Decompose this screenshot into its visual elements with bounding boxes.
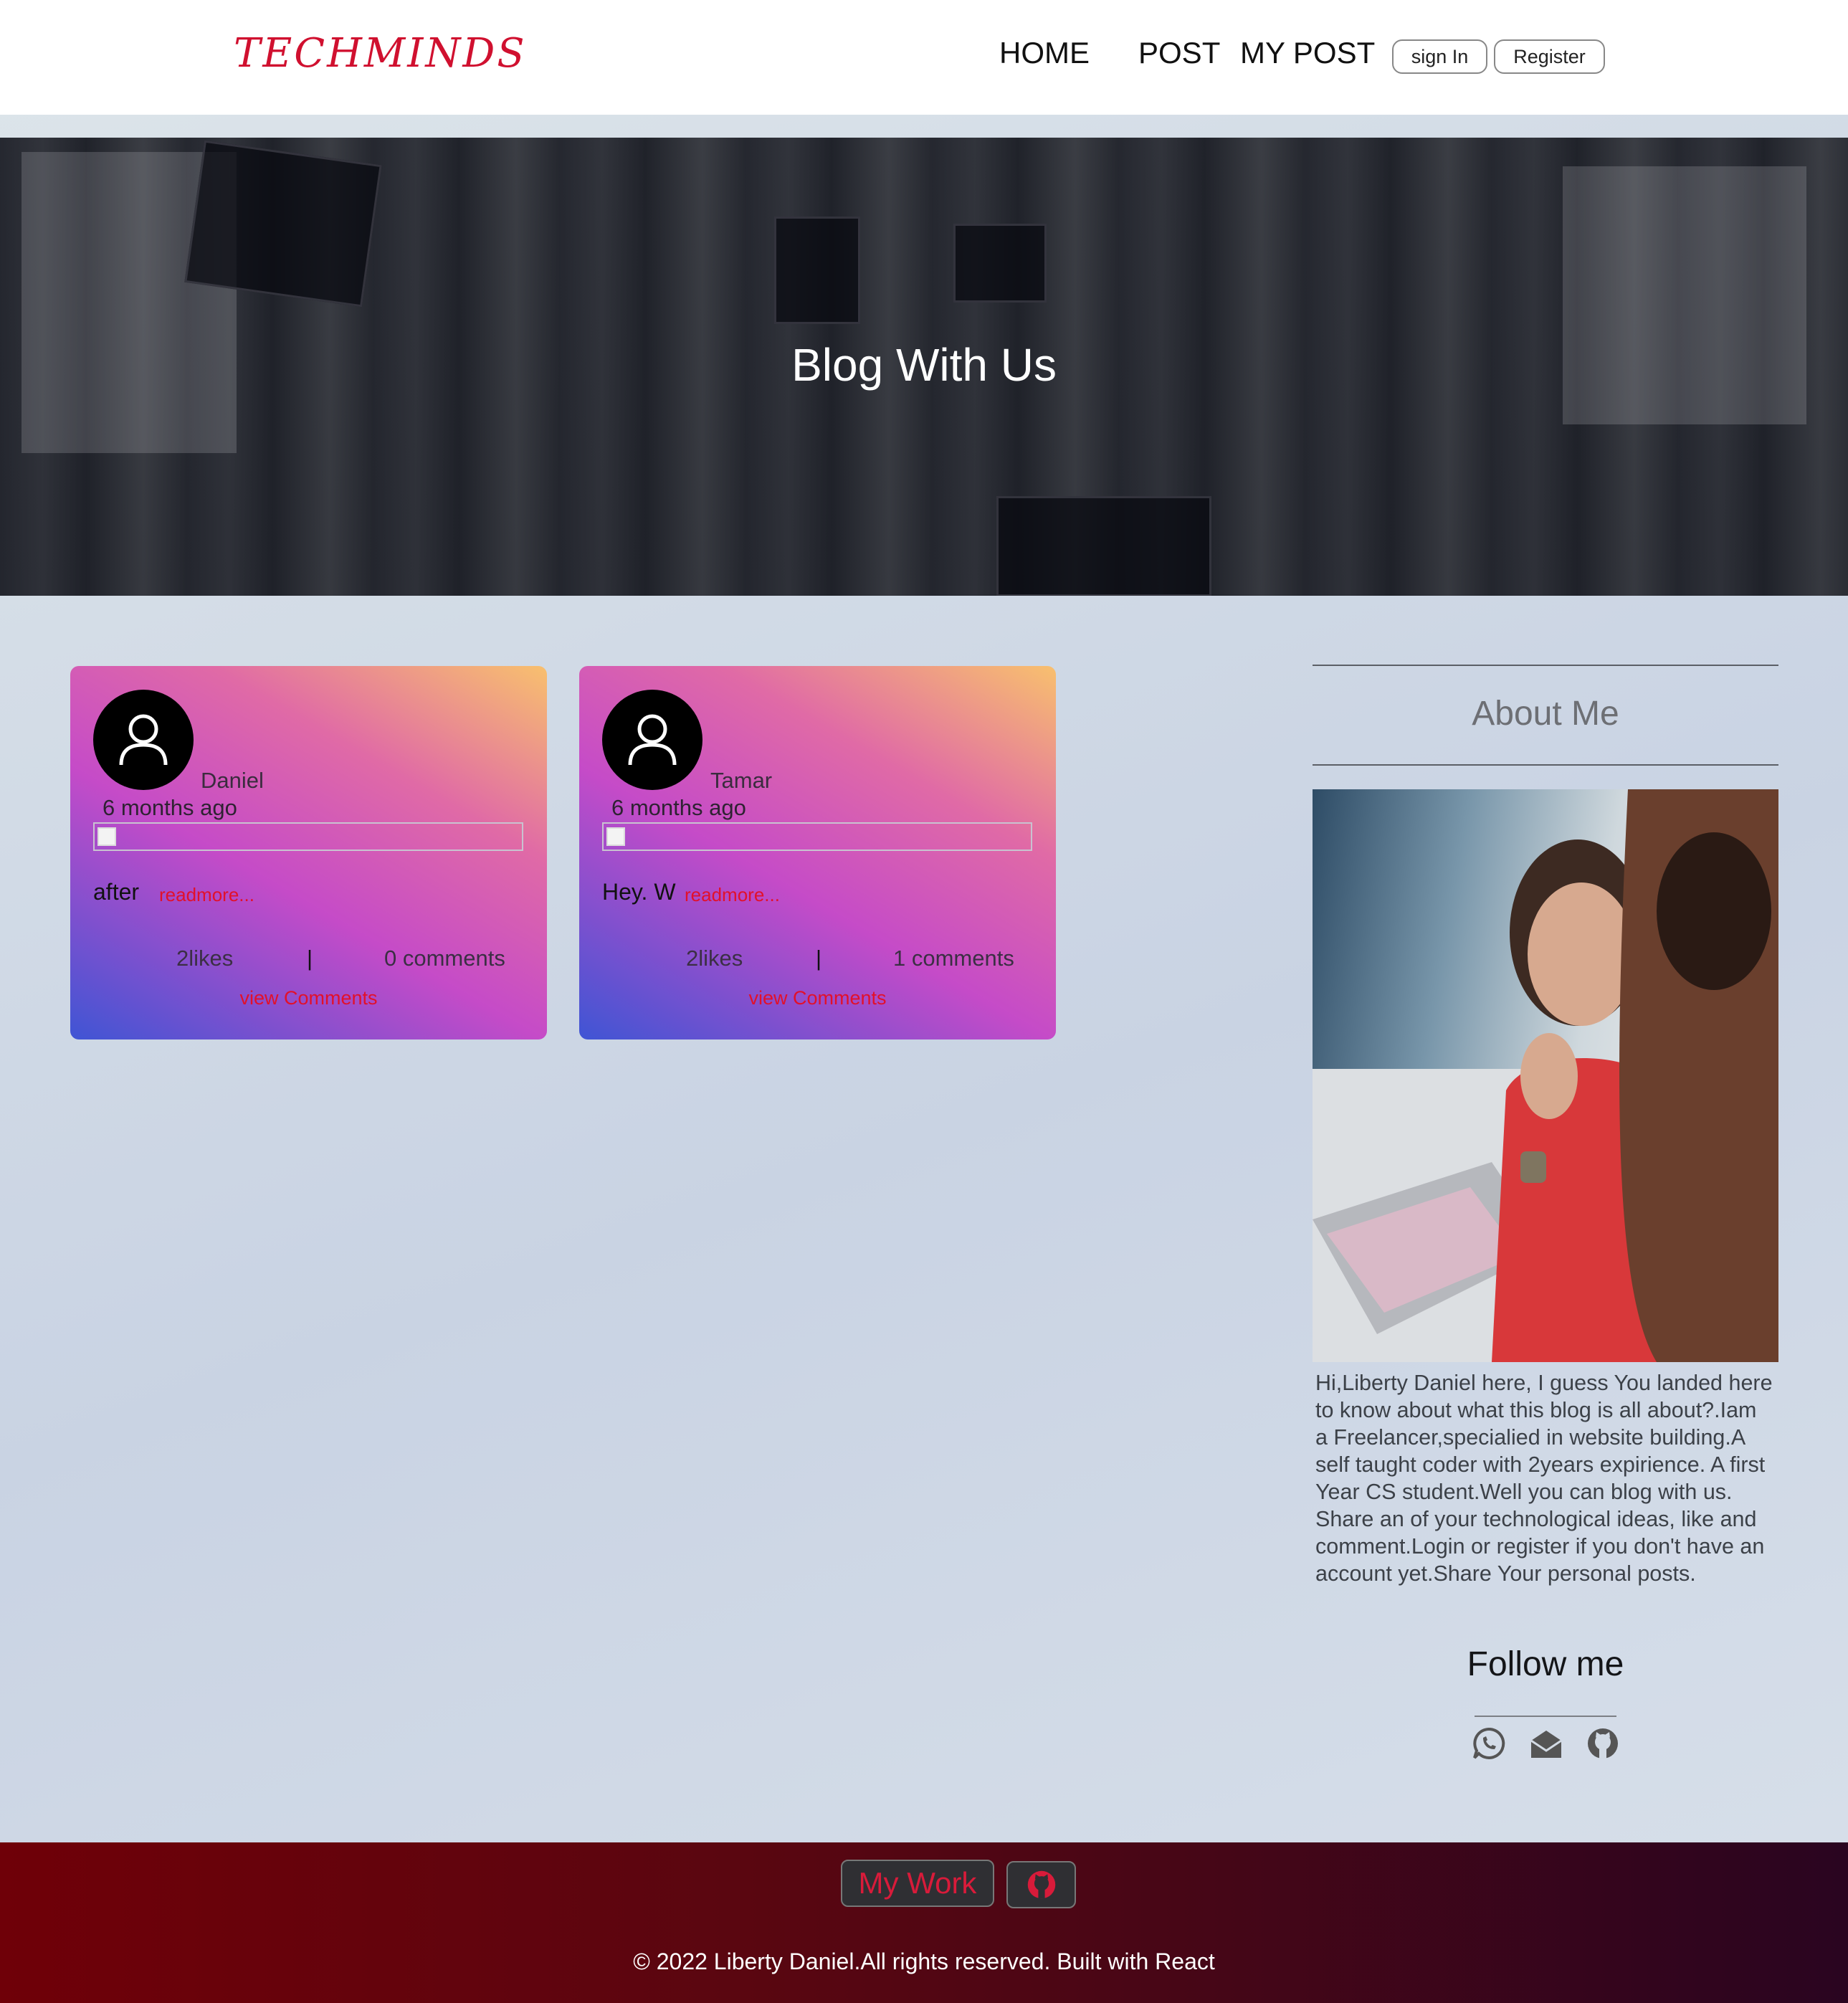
nav-post-link[interactable]: POST bbox=[1138, 36, 1220, 70]
view-comments-link[interactable]: view Comments bbox=[70, 987, 547, 1009]
user-icon bbox=[119, 714, 168, 766]
post-author: Tamar bbox=[710, 768, 773, 793]
github-icon bbox=[1027, 1870, 1055, 1899]
post-likes[interactable]: 2likes bbox=[176, 946, 233, 971]
envelope-open-icon[interactable] bbox=[1529, 1726, 1563, 1761]
hero-monitor-shape bbox=[953, 224, 1047, 303]
avatar bbox=[93, 690, 194, 790]
about-title: About Me bbox=[1472, 695, 1619, 733]
divider bbox=[1313, 764, 1778, 766]
avatar bbox=[602, 690, 702, 790]
post-excerpt: after bbox=[93, 879, 140, 905]
register-button[interactable]: Register bbox=[1494, 39, 1605, 74]
readmore-link[interactable]: readmore... bbox=[159, 884, 254, 906]
my-work-button[interactable]: My Work bbox=[841, 1860, 994, 1907]
view-comments-link[interactable]: view Comments bbox=[579, 987, 1056, 1009]
post-time: 6 months ago bbox=[103, 795, 237, 820]
whatsapp-icon[interactable] bbox=[1472, 1726, 1506, 1761]
post-image bbox=[93, 822, 523, 851]
post-comments-count: 1 comments bbox=[893, 946, 1014, 971]
broken-image-icon bbox=[606, 827, 625, 846]
nav-my-post-link[interactable]: MY POST bbox=[1240, 36, 1375, 70]
footer: My Work © 2022 Liberty Daniel.All rights… bbox=[0, 1842, 1848, 2003]
readmore-link[interactable]: readmore... bbox=[685, 884, 780, 906]
nav-home-link[interactable]: HOME bbox=[999, 36, 1090, 70]
sign-in-button[interactable]: sign In bbox=[1392, 39, 1487, 74]
broken-image-icon bbox=[97, 827, 116, 846]
post-card: Daniel 6 months ago after readmore... 2l… bbox=[70, 666, 547, 1039]
divider bbox=[1313, 665, 1778, 666]
about-photo bbox=[1313, 789, 1778, 1362]
hero-title: Blog With Us bbox=[791, 339, 1057, 391]
github-icon[interactable] bbox=[1586, 1726, 1620, 1761]
copyright-text: © 2022 Liberty Daniel.All rights reserve… bbox=[633, 1949, 1215, 1974]
post-time: 6 months ago bbox=[611, 795, 746, 820]
post-author: Daniel bbox=[201, 768, 264, 793]
hero-monitor-shape bbox=[184, 140, 382, 308]
about-text: Hi,Liberty Daniel here, I guess You land… bbox=[1315, 1371, 1773, 1586]
post-likes[interactable]: 2likes bbox=[686, 946, 743, 971]
post-image bbox=[602, 822, 1032, 851]
top-navbar: TECHMINDS HOME POST MY POST sign In Regi… bbox=[0, 0, 1848, 115]
site-logo[interactable]: TECHMINDS bbox=[234, 30, 527, 77]
post-comments-count: 0 comments bbox=[384, 946, 505, 971]
hero-banner: Blog With Us bbox=[0, 138, 1848, 596]
divider bbox=[1475, 1716, 1616, 1717]
about-photo-illustration bbox=[1313, 789, 1778, 1362]
stats-separator: | bbox=[816, 946, 822, 971]
hero-monitor-shape bbox=[774, 217, 860, 324]
user-icon bbox=[628, 714, 677, 766]
post-excerpt: Hey. W bbox=[602, 879, 676, 905]
post-card: Tamar 6 months ago Hey. W readmore... 2l… bbox=[579, 666, 1056, 1039]
hero-monitor-shape bbox=[996, 496, 1211, 596]
follow-title: Follow me bbox=[1467, 1645, 1624, 1683]
stats-separator: | bbox=[307, 946, 313, 971]
github-button[interactable] bbox=[1006, 1861, 1076, 1908]
